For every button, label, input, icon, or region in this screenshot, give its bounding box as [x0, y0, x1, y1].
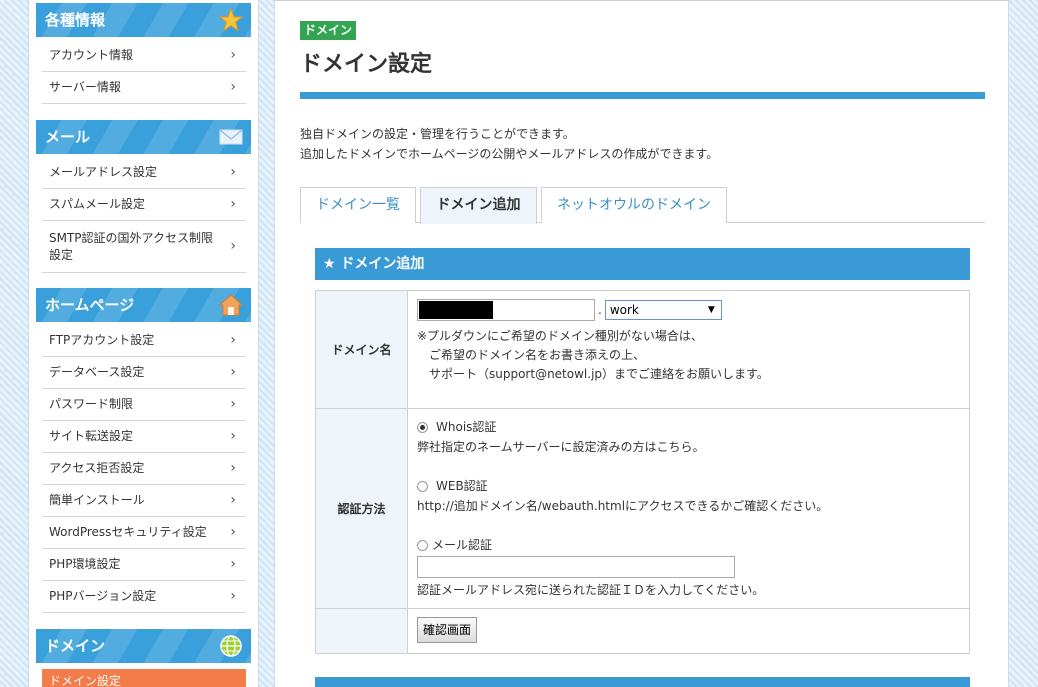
confirm-button[interactable]: 確認画面 — [417, 617, 478, 643]
sidebar-item-database[interactable]: データベース設定 › — [42, 357, 246, 389]
mail-auth-label: メール認証 — [432, 538, 493, 552]
sidebar-item-mail-address[interactable]: メールアドレス設定 › — [42, 157, 246, 189]
form-label-empty — [316, 609, 408, 653]
sidebar-heading-info: 各種情報 — [36, 3, 251, 37]
section-heading: ★ ドメイン追加 — [315, 248, 970, 280]
chevron-right-icon: › — [230, 78, 236, 95]
sidebar-item-site-redirect[interactable]: サイト転送設定 › — [42, 421, 246, 453]
mail-icon — [219, 129, 243, 145]
chevron-right-icon: › — [230, 237, 236, 254]
dropdown-arrow-icon: ▼ — [707, 305, 715, 315]
chevron-right-icon: › — [230, 46, 236, 63]
sidebar-heading-label: 各種情報 — [45, 11, 106, 29]
auth-id-input[interactable] — [417, 556, 735, 578]
chevron-right-icon: › — [230, 163, 236, 180]
sidebar-item-account-info[interactable]: アカウント情報 › — [42, 40, 246, 72]
sidebar-item-php-version[interactable]: PHPバージョン設定 › — [42, 581, 246, 613]
page-title: ドメイン設定 — [300, 52, 433, 77]
chevron-right-icon: › — [230, 523, 236, 540]
sidebar-item-wp-security[interactable]: WordPressセキュリティ設定 › — [42, 517, 246, 549]
domain-note: ※プルダウンにご希望のドメイン種別がない場合は、 ご希望のドメイン名をお書き添え… — [417, 329, 769, 381]
mail-auth-radio[interactable] — [417, 539, 428, 551]
chevron-right-icon: › — [230, 427, 236, 444]
section-heading-next: ★ — [315, 677, 970, 687]
sidebar-item-domain-settings[interactable]: ドメイン設定 — [42, 669, 246, 687]
chevron-right-icon: › — [230, 395, 236, 412]
tab-netowl-domain[interactable]: ネットオウルのドメイン — [541, 187, 727, 223]
chevron-right-icon: › — [230, 555, 236, 572]
sidebar-item-access-deny[interactable]: アクセス拒否設定 › — [42, 453, 246, 485]
house-icon — [219, 294, 243, 316]
domain-dot: . — [598, 303, 602, 317]
whois-label: Whois認証 — [436, 420, 497, 434]
star-icon — [219, 8, 243, 32]
section-heading-label: ドメイン追加 — [340, 256, 425, 272]
sidebar: 各種情報 アカウント情報 › サーバー情報 › メール メールアドレス設定 › スパム… — [28, 0, 259, 687]
chevron-right-icon: › — [230, 491, 236, 508]
sidebar-item-ftp-account[interactable]: FTPアカウント設定 › — [42, 325, 246, 357]
sidebar-item-php-env[interactable]: PHP環境設定 › — [42, 549, 246, 581]
form-row-submit: 確認画面 — [316, 609, 969, 653]
globe-icon — [220, 635, 242, 657]
web-auth-radio[interactable] — [417, 480, 428, 492]
chevron-right-icon: › — [230, 459, 236, 476]
sidebar-item-easy-install[interactable]: 簡単インストール › — [42, 485, 246, 517]
tab-domain-list[interactable]: ドメイン一覧 — [300, 187, 416, 223]
domain-add-form: ドメイン名 . work ▼ ※プルダウンにご希望のドメイン種別がない場合は、 ご希… — [315, 290, 970, 654]
main-content: ドメイン ドメイン設定 独自ドメインの設定・管理を行うことができます。 追加した… — [274, 0, 1009, 687]
whois-desc: 弊社指定のネームサーバーに設定済みの方はこちら。 — [417, 440, 705, 454]
sidebar-heading-domain: ドメイン — [36, 629, 251, 663]
chevron-right-icon: › — [230, 331, 236, 348]
web-auth-label: WEB認証 — [436, 479, 488, 493]
category-badge: ドメイン — [300, 21, 357, 40]
domain-name-input[interactable] — [417, 299, 595, 321]
tab-domain-add[interactable]: ドメイン追加 — [420, 187, 537, 224]
sidebar-heading-mail: メール — [36, 120, 251, 154]
title-underline — [300, 92, 985, 99]
sidebar-heading-label: ドメイン — [45, 637, 106, 655]
sidebar-item-password-restrict[interactable]: パスワード制限 › — [42, 389, 246, 421]
sidebar-heading-label: ホームページ — [45, 296, 135, 314]
redacted-mask — [419, 301, 493, 319]
sidebar-heading-label: メール — [45, 128, 91, 146]
star-icon: ★ — [323, 256, 336, 272]
chevron-right-icon: › — [230, 587, 236, 604]
sidebar-item-server-info[interactable]: サーバー情報 › — [42, 72, 246, 104]
form-label-domain: ドメイン名 — [316, 291, 408, 408]
sidebar-item-smtp-restrict[interactable]: SMTP認証の国外アクセス制限設定 › — [42, 221, 246, 273]
form-row-domain: ドメイン名 . work ▼ ※プルダウンにご希望のドメイン種別がない場合は、 ご希… — [316, 291, 969, 409]
chevron-right-icon: › — [230, 363, 236, 380]
page-description: 独自ドメインの設定・管理を行うことができます。 追加したドメインでホームページの… — [300, 127, 719, 161]
form-label-auth: 認証方法 — [316, 409, 408, 608]
whois-radio[interactable] — [417, 421, 428, 433]
mail-auth-desc: 認証メールアドレス宛に送られた認証ＩＤを入力してください。 — [417, 583, 765, 597]
tab-bar: ドメイン一覧 ドメイン追加 ネットオウルのドメイン — [300, 187, 985, 224]
chevron-right-icon: › — [230, 195, 236, 212]
sidebar-heading-homepage: ホームページ — [36, 288, 251, 322]
tld-select[interactable]: work ▼ — [604, 300, 722, 320]
form-row-auth: 認証方法 Whois認証 弊社指定のネームサーバーに設定済みの方はこちら。 WE… — [316, 409, 969, 609]
sidebar-item-spam-mail[interactable]: スパムメール設定 › — [42, 189, 246, 221]
web-auth-desc: http://追加ドメイン名/webauth.htmlにアクセスできるかご確認く… — [417, 499, 829, 513]
